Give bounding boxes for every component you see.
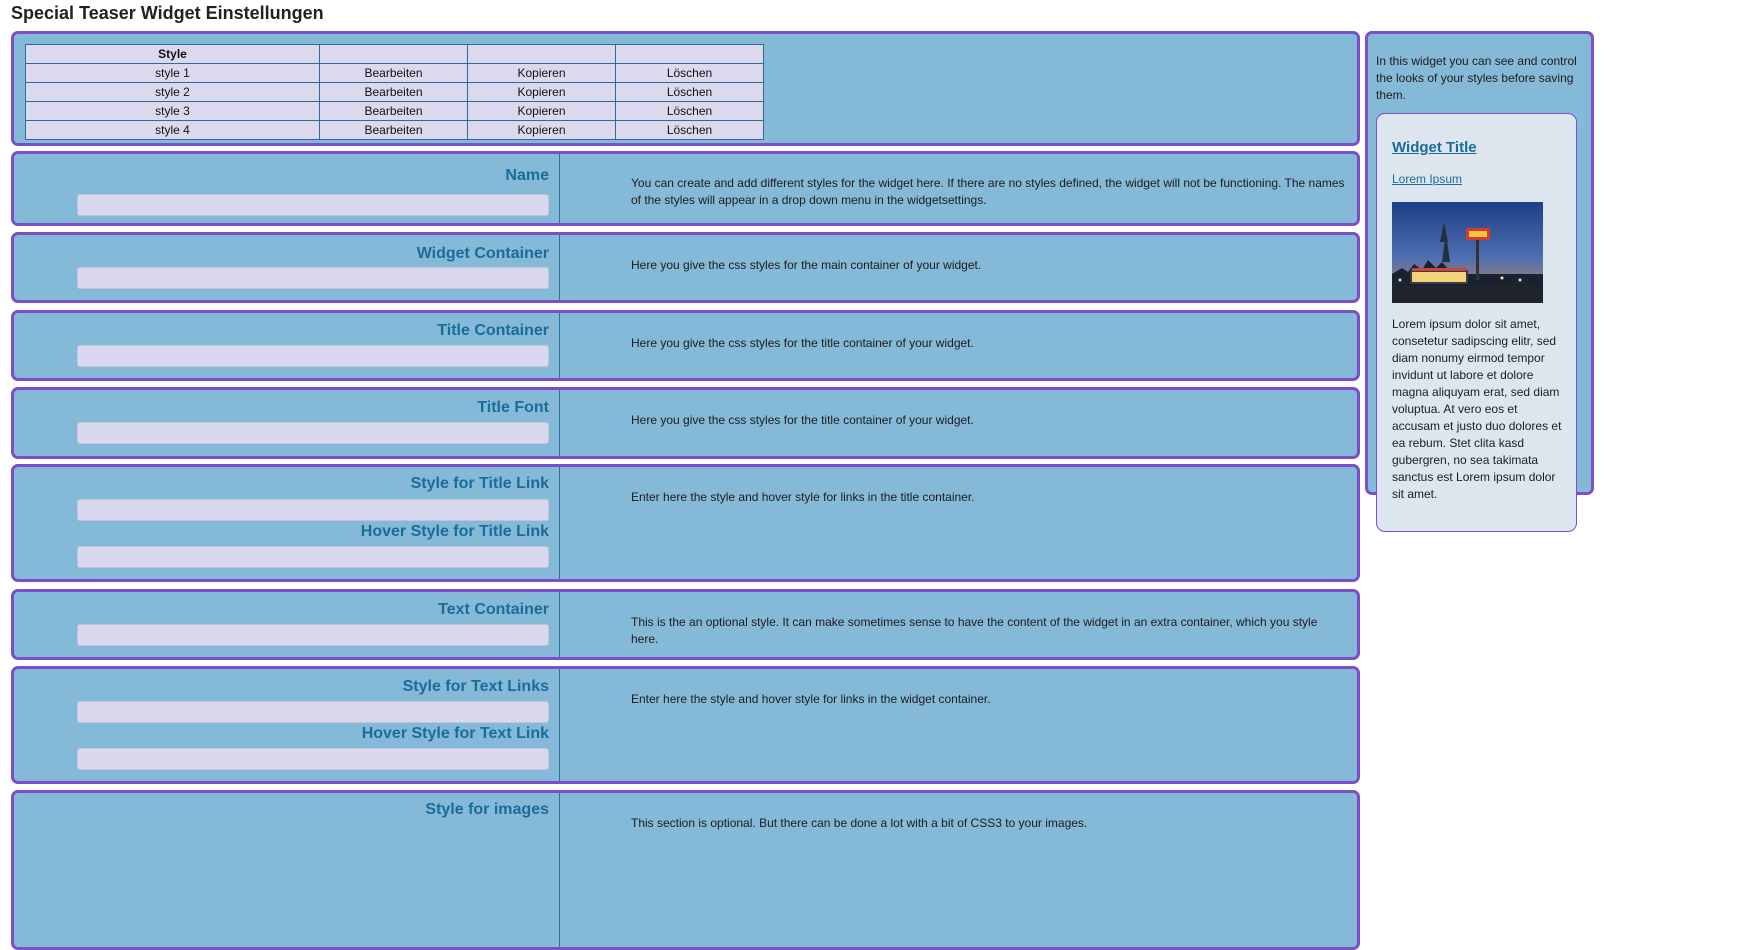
text-links-hover-input[interactable] xyxy=(77,748,549,770)
style-column-header: Style xyxy=(25,44,320,64)
title-container-section: Title Container Here you give the css st… xyxy=(11,310,1360,381)
edit-column-header xyxy=(319,44,468,64)
name-section: Name You can create and add different st… xyxy=(11,151,1360,226)
preview-photo-svg xyxy=(1392,202,1543,303)
copy-column-header xyxy=(467,44,616,64)
text-container-input[interactable] xyxy=(77,624,549,646)
table-row: style 2 Bearbeiten Kopieren Löschen xyxy=(25,82,764,102)
style-name-cell: style 2 xyxy=(25,82,320,102)
text-container-section: Text Container This is the an optional s… xyxy=(11,589,1360,660)
style-name-cell: style 4 xyxy=(25,120,320,140)
delete-style-button[interactable]: Löschen xyxy=(615,101,764,121)
title-link-label-area: Style for Title Link Hover Style for Tit… xyxy=(14,467,560,579)
title-font-label: Title Font xyxy=(477,399,549,416)
images-label: Style for images xyxy=(425,801,549,818)
styles-panel: Style style 1 Bearbeiten Kopieren Lösche… xyxy=(11,31,1360,146)
widget-container-description: Here you give the css styles for the mai… xyxy=(631,258,982,272)
title-link-hover-input[interactable] xyxy=(77,546,549,568)
edit-style-button[interactable]: Bearbeiten xyxy=(319,120,468,140)
text-links-label-area: Style for Text Links Hover Style for Tex… xyxy=(14,669,560,781)
preview-body-text: Lorem ipsum dolor sit amet, consetetur s… xyxy=(1392,317,1562,501)
name-description: You can create and add different styles … xyxy=(631,176,1345,207)
images-description: This section is optional. But there can … xyxy=(631,816,1088,830)
delete-style-button[interactable]: Löschen xyxy=(615,120,764,140)
name-label: Name xyxy=(505,167,549,184)
title-container-description: Here you give the css styles for the tit… xyxy=(631,336,974,350)
edit-style-button[interactable]: Bearbeiten xyxy=(319,63,468,83)
preview-sidebar: In this widget you can see and control t… xyxy=(1365,31,1594,532)
title-container-input[interactable] xyxy=(77,345,549,367)
storefront-photo-icon xyxy=(1392,202,1543,303)
delete-style-button[interactable]: Löschen xyxy=(615,82,764,102)
title-link-section: Style for Title Link Hover Style for Tit… xyxy=(11,464,1360,582)
style-name-cell: style 1 xyxy=(25,63,320,83)
title-font-description: Here you give the css styles for the tit… xyxy=(631,413,974,427)
edit-style-button[interactable]: Bearbeiten xyxy=(319,101,468,121)
copy-style-button[interactable]: Kopieren xyxy=(467,63,616,83)
delete-style-button[interactable]: Löschen xyxy=(615,63,764,83)
widget-container-section: Widget Container Here you give the css s… xyxy=(11,232,1360,303)
text-links-hover-label: Hover Style for Text Link xyxy=(361,725,549,742)
table-row: style 3 Bearbeiten Kopieren Löschen xyxy=(25,101,764,121)
sidebar-intro-text: In this widget you can see and control t… xyxy=(1376,54,1577,102)
title-font-input[interactable] xyxy=(77,422,549,444)
title-link-description: Enter here the style and hover style for… xyxy=(631,490,975,504)
styles-table: Style style 1 Bearbeiten Kopieren Lösche… xyxy=(25,44,764,140)
text-links-input[interactable] xyxy=(77,701,549,723)
style-name-cell: style 3 xyxy=(25,101,320,121)
text-container-label: Text Container xyxy=(438,601,549,618)
edit-style-button[interactable]: Bearbeiten xyxy=(319,82,468,102)
text-links-description: Enter here the style and hover style for… xyxy=(631,692,991,706)
table-row: style 1 Bearbeiten Kopieren Löschen xyxy=(25,63,764,83)
title-font-label-area: Title Font xyxy=(14,390,560,456)
copy-style-button[interactable]: Kopieren xyxy=(467,120,616,140)
widget-container-input[interactable] xyxy=(77,267,549,289)
text-container-description: This is the an optional style. It can ma… xyxy=(631,615,1318,646)
copy-style-button[interactable]: Kopieren xyxy=(467,101,616,121)
page-title: Special Teaser Widget Einstellungen xyxy=(11,3,324,23)
widget-preview: Widget Title Lorem Ipsum Lorem ipsum dol… xyxy=(1376,113,1577,532)
title-container-label: Title Container xyxy=(437,322,549,339)
widget-container-label: Widget Container xyxy=(416,245,549,262)
images-label-area: Style for images xyxy=(14,793,560,947)
name-label-area: Name xyxy=(14,154,560,223)
table-row: style 4 Bearbeiten Kopieren Löschen xyxy=(25,120,764,140)
title-link-input[interactable] xyxy=(77,499,549,521)
title-link-hover-label: Hover Style for Title Link xyxy=(360,523,549,540)
name-input[interactable] xyxy=(77,194,549,216)
preview-lorem-link[interactable]: Lorem Ipsum xyxy=(1392,172,1462,186)
images-section: Style for images This section is optiona… xyxy=(11,790,1360,950)
preview-widget-title-link[interactable]: Widget Title xyxy=(1392,139,1477,156)
table-header-row: Style xyxy=(25,44,764,64)
delete-column-header xyxy=(615,44,764,64)
title-container-label-area: Title Container xyxy=(14,313,560,378)
title-link-label: Style for Title Link xyxy=(410,475,549,492)
title-font-section: Title Font Here you give the css styles … xyxy=(11,387,1360,459)
widget-container-label-area: Widget Container xyxy=(14,235,560,300)
text-links-section: Style for Text Links Hover Style for Tex… xyxy=(11,666,1360,784)
text-container-label-area: Text Container xyxy=(14,592,560,657)
text-links-label: Style for Text Links xyxy=(402,678,549,695)
copy-style-button[interactable]: Kopieren xyxy=(467,82,616,102)
